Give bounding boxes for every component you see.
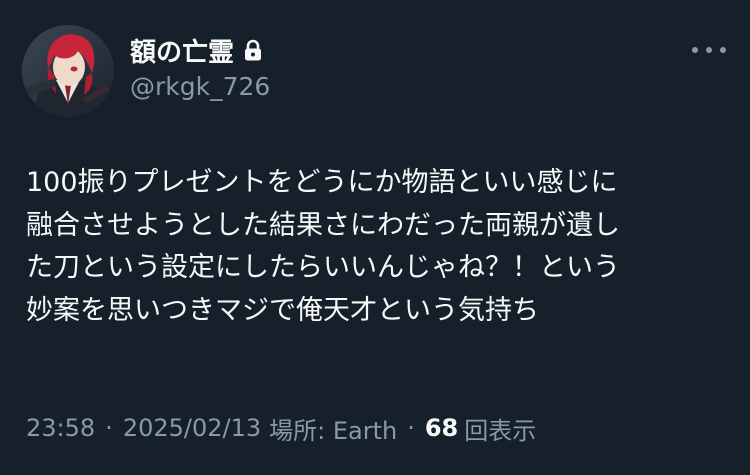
more-dot: [706, 47, 712, 53]
tweet-location: 場所: Earth: [269, 416, 398, 445]
views-label[interactable]: 回表示: [464, 411, 536, 446]
lock-icon: [244, 39, 262, 61]
more-icon[interactable]: [692, 40, 726, 60]
views-count[interactable]: 68: [425, 414, 458, 442]
user-handle[interactable]: @rkgk_726: [130, 72, 270, 101]
tweet-time[interactable]: 23:58: [26, 414, 95, 442]
meta-separator: ·: [105, 414, 113, 442]
more-dot: [692, 47, 698, 53]
tweet-text-line: 100振りプレゼントをどうにか物語といい感じに: [26, 167, 618, 198]
tweet-meta: 23:58 · 2025/02/13 場所: Earth · 68 回表示: [26, 410, 536, 446]
tweet-date[interactable]: 2025/02/13: [123, 414, 261, 442]
profile-avatar-icon[interactable]: [22, 25, 114, 117]
tweet-text-line: た刀という設定にしたらいいんじゃね？！という: [26, 252, 620, 283]
tweet-text-line: 融合させようとした結果さにわだった両親が遺し: [26, 209, 620, 241]
display-name-row: 額の亡霊: [130, 32, 262, 68]
tweet-detail: 額の亡霊 @rkgk_726 100振りプレゼントをどうにか物語といい感じに 融…: [0, 0, 750, 475]
meta-separator: ·: [407, 414, 415, 442]
tweet-text: 100振りプレゼントをどうにか物語といい感じに 融合させようとした結果さにわだっ…: [26, 162, 726, 332]
tweet-text-line: 妙案を思いつきマジで俺天才という気持ち: [26, 294, 539, 326]
display-name[interactable]: 額の亡霊: [130, 32, 234, 69]
more-dot: [720, 47, 726, 53]
